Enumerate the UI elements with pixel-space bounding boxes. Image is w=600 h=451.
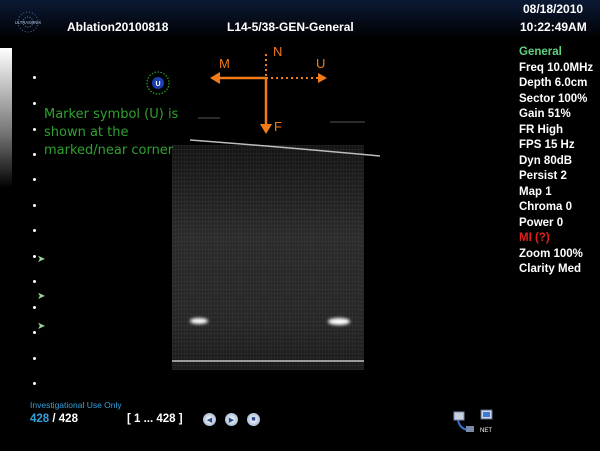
depth-marker [33, 76, 36, 79]
frame-counter: 428 / 428 [30, 413, 78, 425]
time-display: 10:22:49AM [520, 20, 587, 34]
orientation-label-f: F [274, 119, 282, 134]
total-frames: / 428 [52, 413, 78, 425]
logo-text: ULTRASONIX [15, 20, 42, 25]
echo-bright-spot [328, 318, 350, 325]
imaging-parameters: General Freq 10.0MHz Depth 6.0cm Sector 100… [519, 45, 593, 278]
study-name: Ablation20100818 [67, 20, 169, 34]
orientation-label-n: N [273, 44, 283, 59]
deep-reflector-line [172, 360, 364, 362]
frame-range: [ 1 ... 428 ] [127, 413, 183, 425]
param-4: Gain 51% [519, 108, 571, 120]
depth-marker [33, 306, 36, 309]
depth-marker [33, 128, 36, 131]
annotation-note: Marker symbol (U) is shown at the marked… [44, 107, 179, 158]
probe-connect-icon[interactable] [452, 408, 476, 436]
ultrasound-image[interactable] [172, 145, 364, 370]
param-5: FR High [519, 123, 564, 136]
rewind-icon[interactable]: ◀ [203, 413, 216, 426]
param-6: FPS 15 Hz [519, 139, 575, 151]
depth-marker [33, 102, 36, 105]
network-icon[interactable]: NET [479, 408, 495, 436]
param-8: Persist 2 [519, 170, 567, 182]
depth-marker [33, 331, 36, 334]
current-frame: 428 [30, 413, 50, 425]
stop-icon[interactable]: ■ [247, 413, 260, 426]
param-0: General [519, 46, 562, 58]
focus-arrow-icon[interactable]: ➤ [37, 321, 45, 332]
depth-marker [33, 229, 36, 232]
depth-marker [33, 280, 36, 283]
focus-arrow-icon[interactable]: ➤ [37, 291, 45, 302]
depth-marker [33, 255, 36, 258]
param-2: Depth 6.0cm [519, 77, 588, 89]
focus-arrow-icon[interactable]: ➤ [37, 254, 45, 265]
grayscale-bar [0, 48, 12, 188]
orientation-label-m: M [219, 56, 230, 71]
play-icon[interactable]: ▶ [225, 413, 238, 426]
depth-marker [33, 357, 36, 360]
date-display: 08/18/2010 [523, 2, 584, 16]
probe-preset: L14-5/38-GEN-General [227, 20, 354, 34]
ultrasonix-logo: ULTRASONIX [15, 11, 42, 33]
param-10: Chroma 0 [519, 201, 573, 213]
orientation-marker-icon[interactable]: U [145, 70, 171, 96]
echo-bright-spot [190, 318, 208, 324]
depth-marker [33, 153, 36, 156]
depth-marker [33, 178, 36, 181]
depth-marker [33, 204, 36, 207]
param-3: Sector 100% [519, 92, 588, 105]
svg-text:NET: NET [480, 428, 492, 434]
param-14: Clarity Med [519, 263, 581, 275]
param-7: Dyn 80dB [519, 154, 573, 167]
svg-text:U: U [155, 81, 160, 88]
orientation-label-u: U [316, 56, 326, 71]
param-1: Freq 10.0MHz [519, 61, 594, 74]
param-11: Power 0 [519, 216, 564, 229]
param-13: Zoom 100% [519, 247, 583, 260]
investigational-label: Investigational Use Only [30, 400, 122, 410]
param-9: Map 1 [519, 185, 552, 198]
param-12: MI (?) [519, 232, 550, 244]
depth-marker [33, 382, 36, 385]
